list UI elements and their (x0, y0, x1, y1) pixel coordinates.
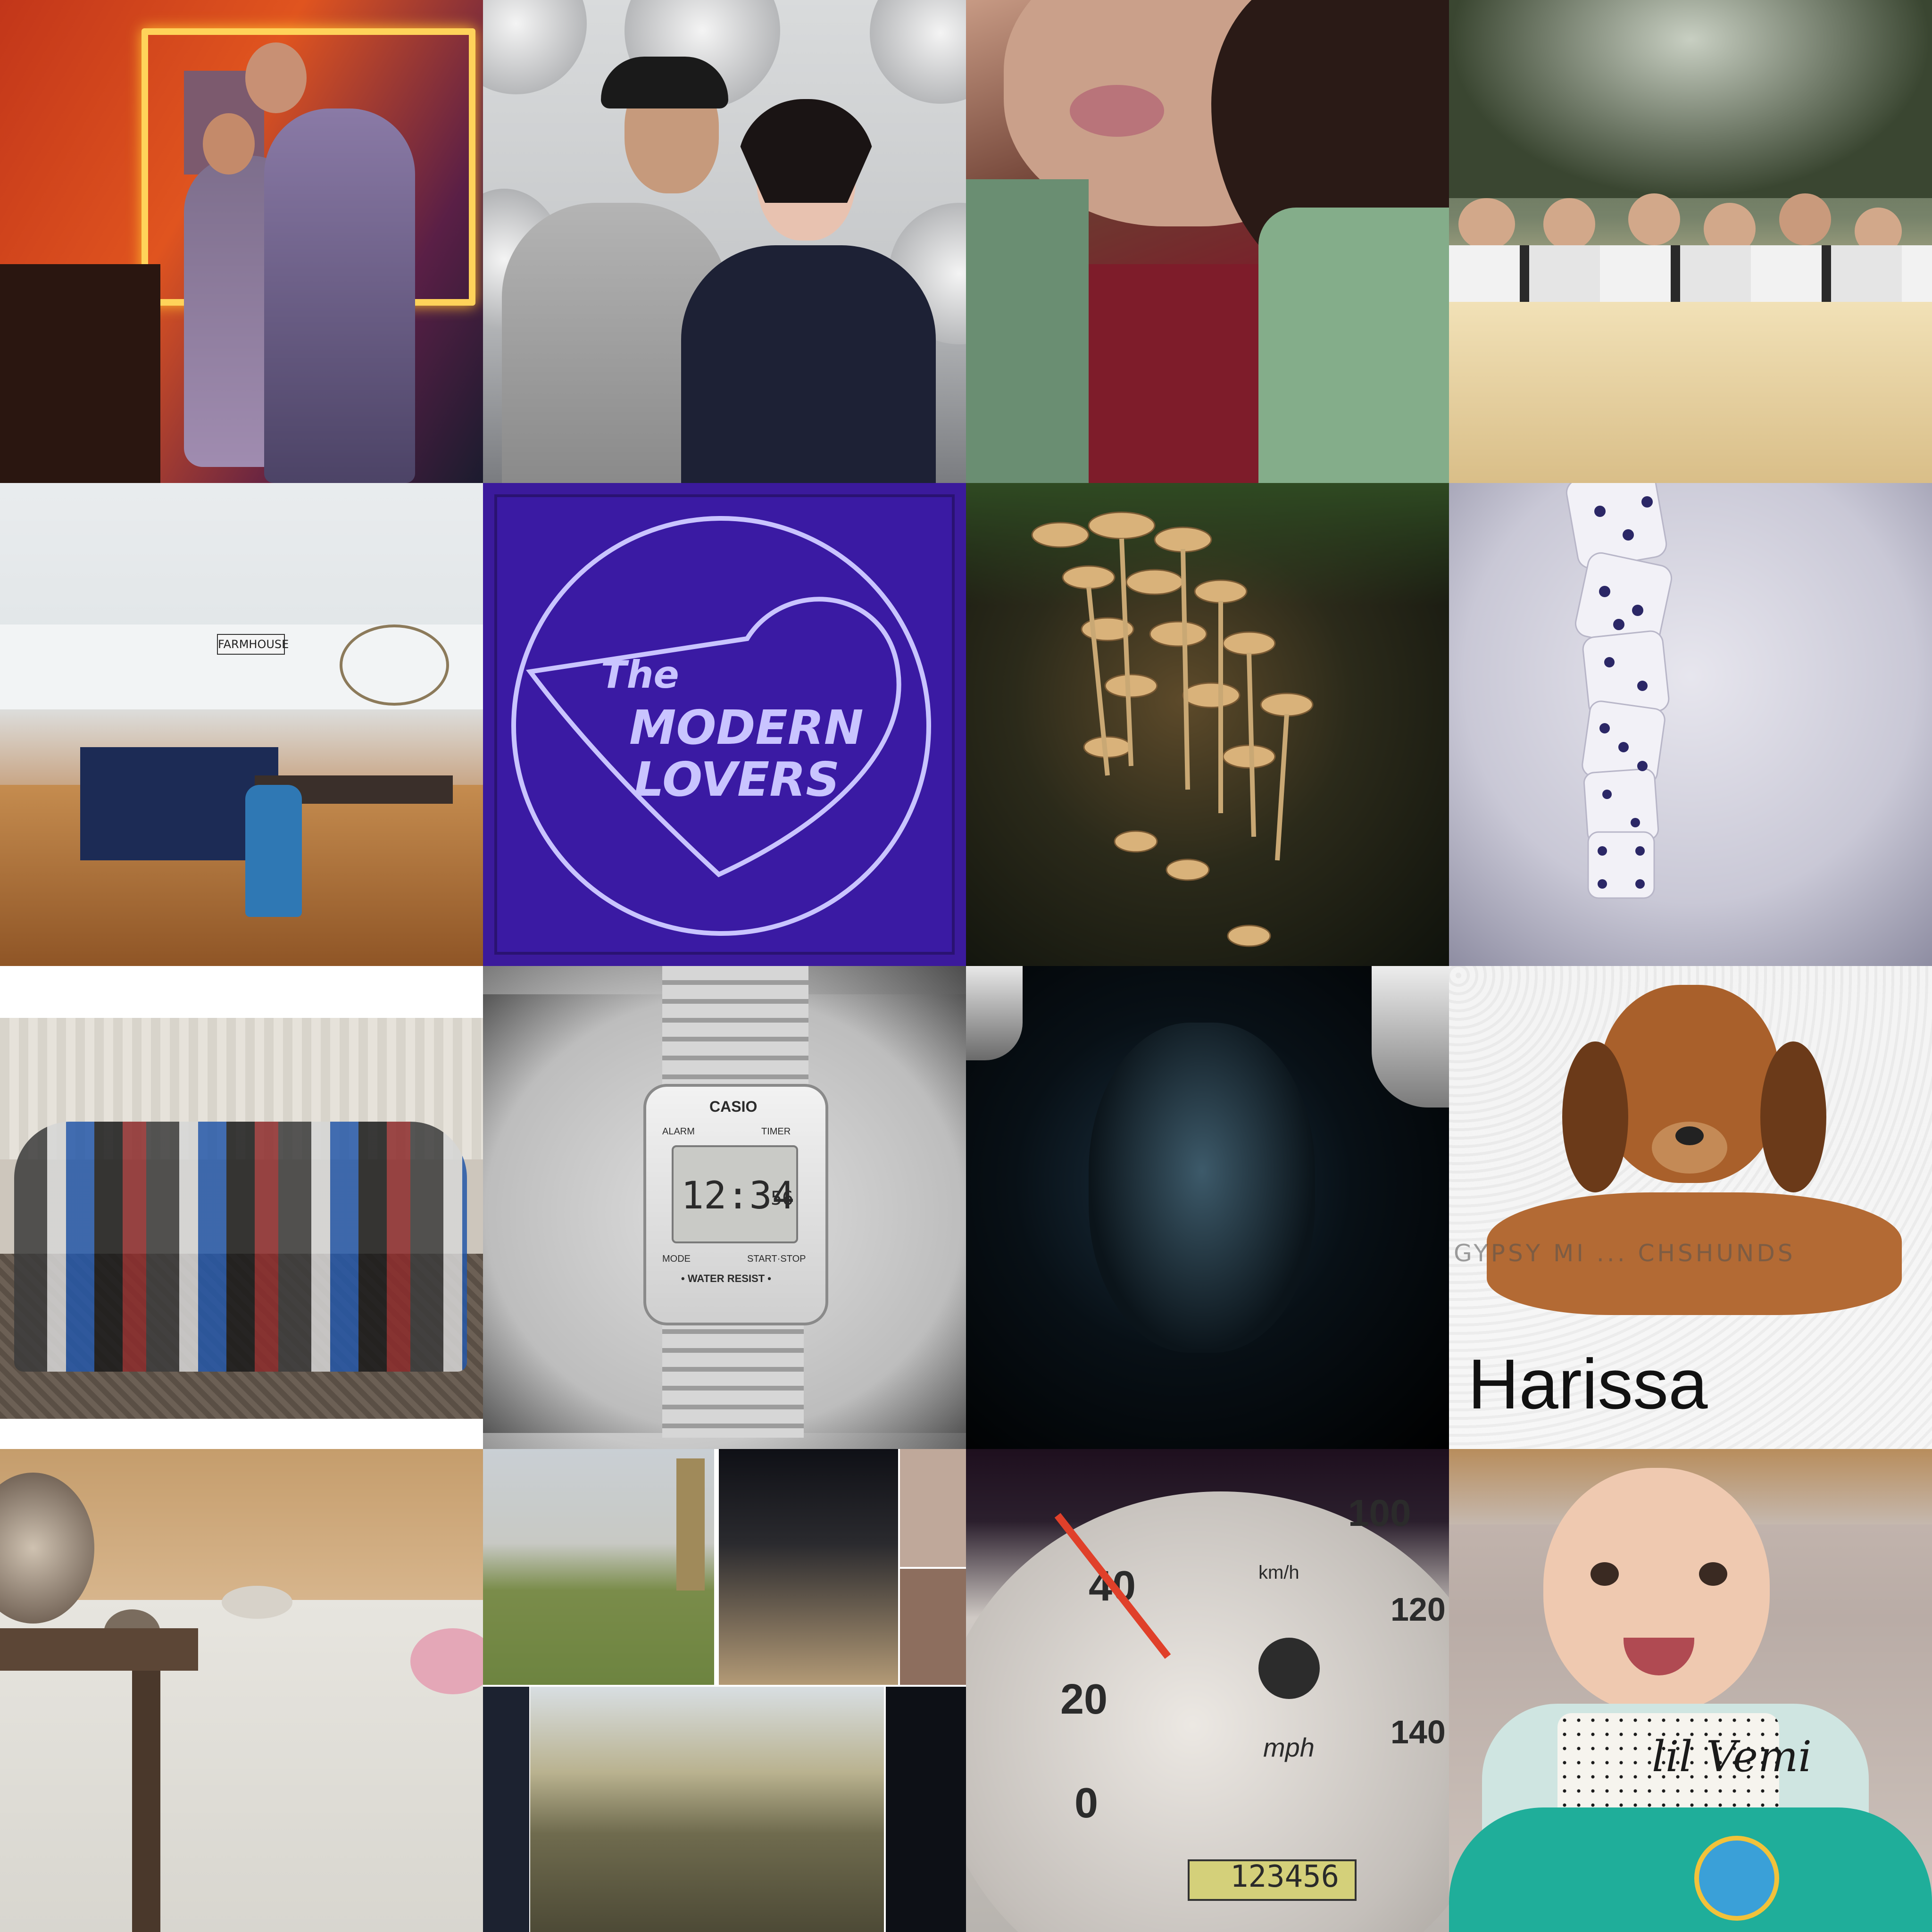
unit-kmh: km/h (1258, 1562, 1299, 1583)
album-title-lovers: LOVERS (634, 752, 840, 807)
gauge-140: 140 (1391, 1714, 1446, 1750)
watch-brand: CASIO (709, 1098, 758, 1115)
gauge-100: 100 (1348, 1492, 1411, 1534)
kids-shirts (1449, 245, 1932, 302)
watch-band-top (662, 966, 808, 1089)
odometer: 123456 (1230, 1859, 1340, 1894)
photo-party-couple[interactable] (0, 0, 483, 483)
farmhouse-sign: FARMHOUSE (217, 634, 289, 655)
baby-eye-left (1591, 1562, 1619, 1586)
man-hair (601, 57, 728, 108)
bib-text: lil Vemi (1652, 1732, 1812, 1782)
chandelier (340, 625, 449, 706)
photo-group[interactable] (0, 966, 483, 1449)
watch-label-startstop: START·STOP (747, 1254, 806, 1264)
baby-eye-right (1699, 1562, 1727, 1586)
puppy-ear-left (1562, 1041, 1628, 1192)
collage-selfie-1 (900, 1449, 966, 1567)
table-leg (132, 1671, 160, 1932)
kid-head-5 (1779, 193, 1831, 245)
photo-puppy[interactable]: GYPSY MI ... CHSHUNDS Harissa (1449, 966, 1932, 1449)
blue-chair (245, 785, 302, 917)
baby-face (1543, 1468, 1770, 1713)
gauge-20: 20 (1060, 1676, 1108, 1723)
collage-amsterdam (530, 1687, 884, 1932)
lying-cat (222, 1586, 292, 1619)
jacket-left (966, 179, 1089, 483)
puppy-name: Harissa (1468, 1344, 1708, 1424)
photo-cats[interactable] (0, 1449, 483, 1932)
jacket-right (1258, 208, 1449, 483)
watch-label-mode: MODE (662, 1254, 691, 1264)
unit-mph: mph (1263, 1732, 1315, 1762)
photo-album-cover[interactable]: The MODERN LOVERS (483, 483, 966, 966)
group-people (14, 1122, 467, 1372)
watch-seconds: 56 (771, 1188, 794, 1209)
photo-travel-collage[interactable] (483, 1449, 966, 1932)
watch-label-alarm: ALARM (662, 1126, 695, 1137)
kid-head-2 (1543, 198, 1595, 250)
woman-hair (738, 99, 874, 203)
railing-wall (1449, 297, 1932, 483)
photo-dice-tower[interactable] (1449, 483, 1932, 966)
album-title-modern: MODERN (629, 700, 864, 755)
light-right (1372, 966, 1449, 1108)
woman-head (203, 113, 255, 175)
watch-label-timer: TIMER (761, 1126, 791, 1137)
bar-counter (0, 264, 160, 483)
photo-kids-railing[interactable] (1449, 0, 1932, 483)
man-head (245, 42, 307, 113)
collage-night-2 (886, 1687, 966, 1932)
mushroom-cluster (1031, 511, 1314, 947)
puppy-nose (1675, 1126, 1704, 1145)
watch-label-water: • WATER RESIST • (681, 1273, 772, 1284)
pursed-lips (1070, 85, 1164, 137)
collage-stage (719, 1449, 898, 1685)
album-title-the: The (601, 653, 679, 697)
photo-speedometer[interactable]: 40 20 0 100 120 140 km/h mph 123456 (966, 1449, 1449, 1932)
woman-hoodie (681, 245, 936, 483)
kid-head-1 (1458, 198, 1515, 250)
dice-stack (1566, 483, 1673, 899)
photo-baby[interactable]: lil Vemi (1449, 1449, 1932, 1932)
puppy-ear-right (1760, 1041, 1826, 1192)
photo-mushrooms[interactable] (966, 483, 1449, 966)
big-ben (676, 1458, 705, 1591)
porthole-3 (870, 0, 966, 104)
kid-head-3 (1628, 193, 1680, 245)
needle-hub (1258, 1638, 1320, 1699)
rattle-toy (1694, 1836, 1779, 1921)
watermark: GYPSY MI ... CHSHUNDS (1454, 1240, 1796, 1267)
trees-sky (1449, 0, 1932, 198)
shadowed-face (1089, 1023, 1315, 1353)
photo-dark-portrait[interactable] (966, 966, 1449, 1449)
photo-kitchen[interactable]: FARMHOUSE (0, 483, 483, 966)
collage-selfie-2 (900, 1569, 966, 1685)
gauge-120: 120 (1391, 1591, 1446, 1628)
collage-night-1 (483, 1687, 529, 1932)
gauge-0: 0 (1074, 1780, 1099, 1827)
photo-museum-couple[interactable] (483, 0, 966, 483)
photo-selfie[interactable] (966, 0, 1449, 483)
photo-watch[interactable]: CASIO ALARM TIMER 12:34 56 MODE START·ST… (483, 966, 966, 1449)
table-top (0, 1628, 198, 1671)
man-figure (264, 108, 415, 483)
teal-seat (1449, 1807, 1932, 1932)
porthole-1 (483, 0, 587, 94)
light-left (966, 966, 1023, 1060)
photo-grid: FARMHOUSE The MODERN LOVERS CASIO ALARM … (0, 0, 1932, 1932)
watch-band-bottom (662, 1315, 804, 1438)
